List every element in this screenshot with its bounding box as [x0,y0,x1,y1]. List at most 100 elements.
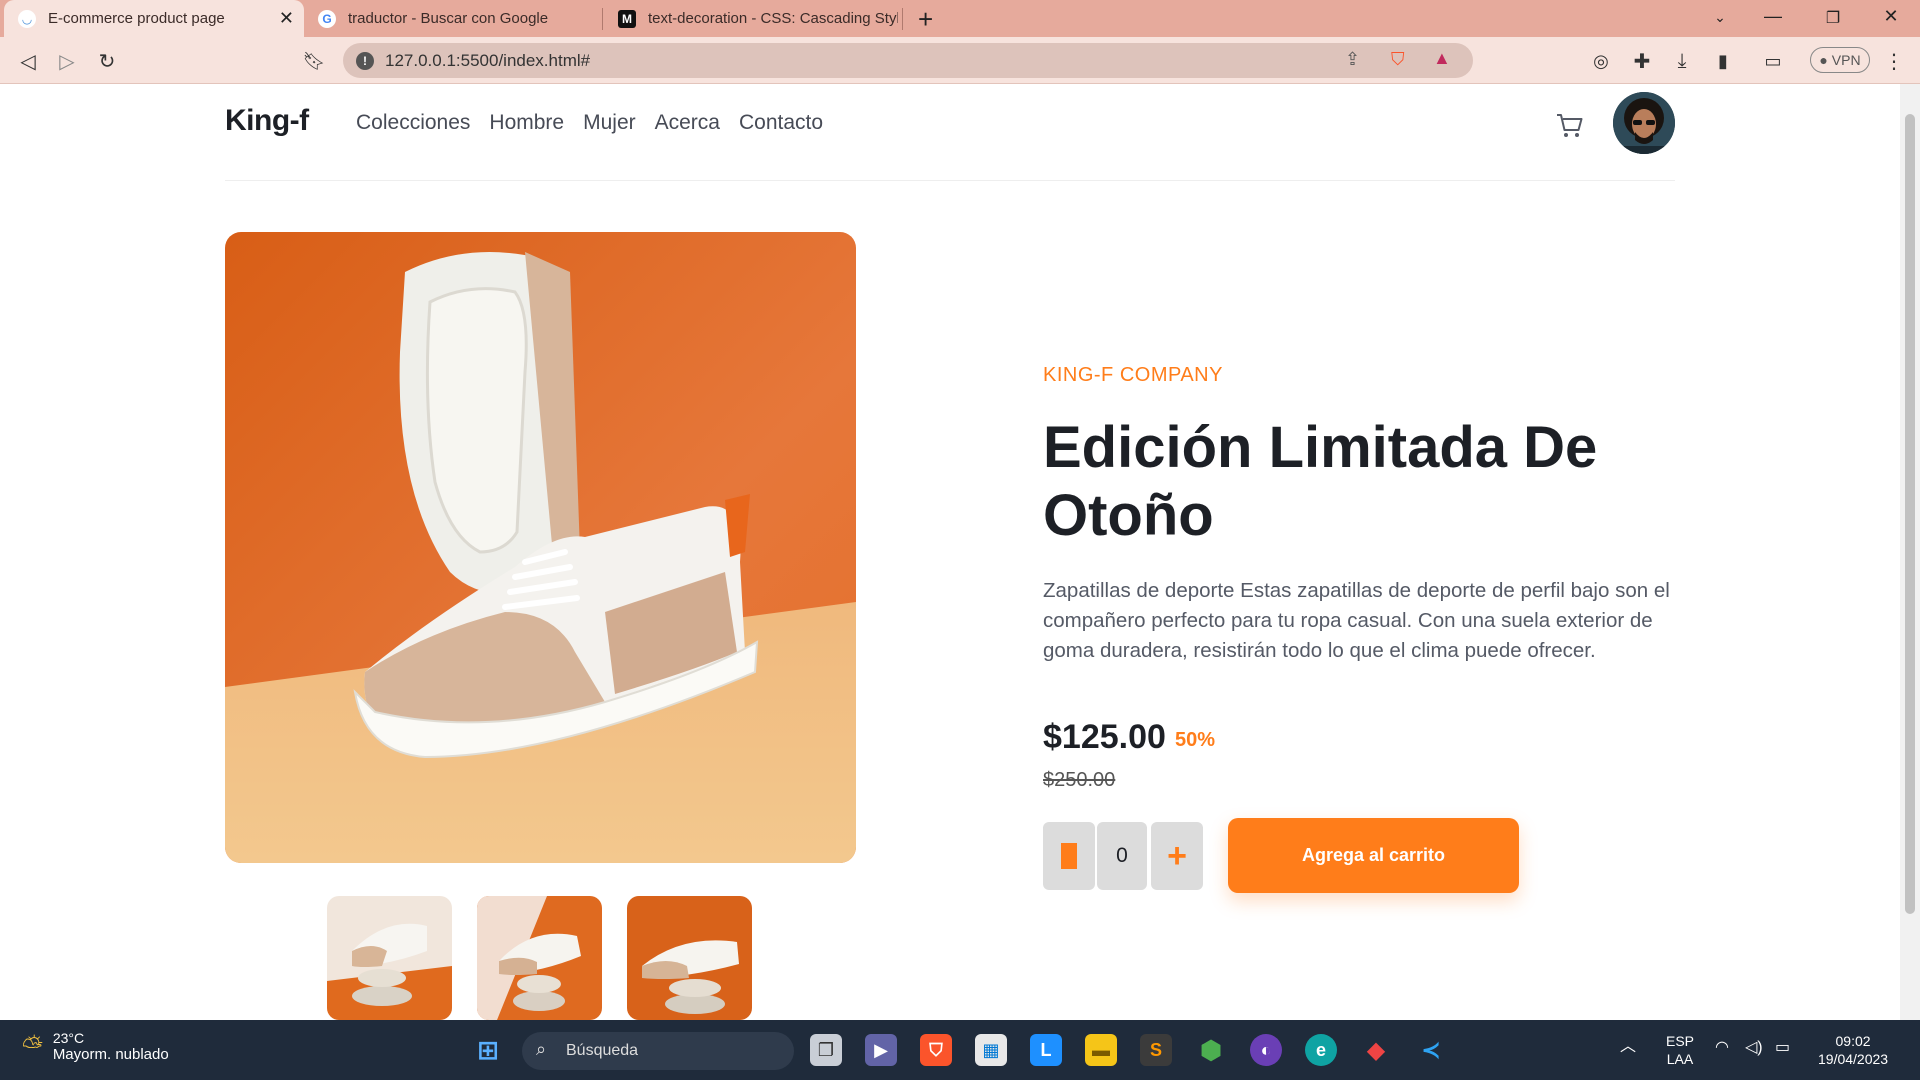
keyboard-layout: LAA [1666,1051,1694,1067]
tab-title: traductor - Buscar con Google [348,10,549,27]
wallet-icon[interactable]: ▭ [1759,47,1787,75]
tab-title: E-commerce product page [48,10,225,27]
file-explorer-icon[interactable]: ▬ [1085,1034,1117,1066]
app-l-icon[interactable]: L [1030,1034,1062,1066]
old-price: $250.00 [1043,769,1116,791]
site-logo[interactable]: King-f [225,104,309,138]
sublime-text-icon[interactable]: S [1140,1034,1172,1066]
weather-description: Mayorm. nublado [52,1046,169,1063]
tab-separator [902,8,903,30]
cloudy-weather-icon: ⛅︎ [22,1030,43,1061]
language-code: ESP [1666,1033,1695,1049]
app-moon-icon[interactable]: ◐ [1250,1034,1282,1066]
tab-search-chevron-icon[interactable]: ⌄ [1700,9,1740,26]
minimize-icon[interactable]: — [1753,6,1793,27]
clock-date: 19/04/2023 [1818,1051,1889,1067]
task-view-icon[interactable]: ❐ [810,1034,842,1066]
restore-icon[interactable]: ❐ [1813,8,1853,28]
close-tab-icon[interactable]: ✕ [279,9,294,27]
taskbar-search[interactable]: ⌕ Búsqueda [522,1032,794,1070]
windows-taskbar: ⛅︎ 23°C Mayorm. nublado ⊞ ⌕ Búsqueda ❐ ▶… [0,1020,1920,1080]
extensions-icon[interactable]: ✚ [1628,47,1656,75]
thumbnail-2-image [477,896,602,1020]
vpn-label: VPN [1831,52,1861,68]
scrollbar-thumb[interactable] [1905,114,1915,914]
tab-google[interactable]: G traductor - Buscar con Google [304,0,600,37]
site-favicon-icon: ◡ [18,9,36,28]
git-icon[interactable]: ◆ [1360,1034,1392,1066]
product-description: Zapatillas de deporte Estas zapatillas d… [1043,579,1670,662]
show-hidden-icons-chevron-icon[interactable]: ︿ [1620,1038,1636,1056]
nav-contacto[interactable]: Contacto [739,111,823,135]
avatar[interactable] [1613,92,1675,154]
product-main-image[interactable] [225,232,856,863]
avatar-image [1613,92,1675,154]
thumbnail-3-image [627,896,752,1020]
browser-tab-bar: ◡ E-commerce product page ✕ G traductor … [0,0,1920,37]
thumbnail-strip [327,896,752,1020]
menu-icon[interactable]: ⋮ [1880,47,1908,75]
battery-icon[interactable]: ▭ [1775,1039,1790,1057]
brave-browser-icon[interactable]: ⛉ [920,1034,952,1066]
increase-quantity-button[interactable]: + [1151,822,1203,890]
weather-widget[interactable]: ⛅︎ 23°C Mayorm. nublado [22,1030,169,1063]
brave-rewards-icon[interactable]: ▲ [1433,48,1451,69]
company-name: KING-F COMPANY [1043,364,1223,386]
share-icon[interactable]: ⇪ [1345,49,1360,70]
minus-icon [1061,843,1077,869]
search-icon: ⌕ [536,1039,547,1059]
nav-colecciones[interactable]: Colecciones [356,111,470,135]
forward-icon[interactable]: ▷ [53,47,81,75]
vscode-icon[interactable]: ≺ [1415,1034,1447,1066]
weather-temperature: 23°C [52,1030,85,1046]
page-scrollbar[interactable] [1900,84,1920,1020]
nav-mujer[interactable]: Mujer [583,111,636,135]
new-tab-icon[interactable]: + [918,4,933,35]
mdn-icon: M [618,9,636,28]
site-info-icon[interactable]: ! [356,52,374,70]
wallet-connect-icon[interactable]: ◎ [1587,47,1615,75]
browser-toolbar: ◁ ▷ ↻ 🔖︎ ! 127.0.0.1:5500/index.html# ⇪ … [0,37,1920,84]
decrease-quantity-button[interactable] [1043,822,1095,890]
quantity-value: 0 [1097,822,1147,890]
close-window-icon[interactable]: ✕ [1871,6,1911,27]
tab-ecommerce[interactable]: ◡ E-commerce product page ✕ [4,0,304,37]
brave-shields-icon[interactable]: ⛉ [1391,49,1405,70]
page-viewport: King-f Colecciones Hombre Mujer Acerca C… [0,84,1900,1020]
cart-icon[interactable] [1555,111,1585,141]
nodejs-icon[interactable]: ⬢ [1195,1034,1227,1066]
thumbnail-2[interactable] [477,896,602,1020]
downloads-icon[interactable]: ⤓ [1668,47,1696,75]
search-label: Búsqueda [566,1042,639,1059]
plus-icon: + [1167,836,1187,875]
thumbnail-3[interactable] [627,896,752,1020]
nav-hombre[interactable]: Hombre [489,111,564,135]
tab-mdn[interactable]: M text-decoration - CSS: Cascading Style [604,0,900,37]
tab-separator [602,8,603,30]
discount-badge: 50% [1175,729,1216,751]
reload-icon[interactable]: ↻ [93,47,121,75]
wifi-icon[interactable]: ◠ [1715,1039,1729,1057]
nav-acerca[interactable]: Acerca [655,111,720,135]
sidebar-icon[interactable]: ▮ [1709,47,1737,75]
address-bar[interactable]: ! 127.0.0.1:5500/index.html# ⇪ ⛉ ▲ [343,43,1473,78]
site-header: King-f Colecciones Hombre Mujer Acerca C… [225,84,1675,181]
teams-icon[interactable]: ▶ [865,1034,897,1066]
add-to-cart-button[interactable]: Agrega al carrito [1228,818,1519,893]
tab-title: text-decoration - CSS: Cascading Style [648,10,898,27]
volume-icon[interactable]: ◁) [1745,1039,1763,1057]
current-price: $125.00 [1043,718,1166,756]
product-title: Edición Limitada De Otoño [1043,415,1598,548]
vpn-button[interactable]: ● VPN [1810,47,1870,73]
microsoft-store-icon[interactable]: ▦ [975,1034,1007,1066]
windows-start-icon[interactable]: ⊞ [472,1034,504,1066]
google-icon: G [318,9,336,28]
language-indicator[interactable]: ESP LAA [1666,1032,1694,1068]
clock[interactable]: 09:02 19/04/2023 [1818,1032,1888,1068]
edge-icon[interactable]: e [1305,1034,1337,1066]
thumbnail-1-image [327,896,452,1020]
url-text: 127.0.0.1:5500/index.html# [385,51,591,70]
bookmark-icon[interactable]: 🔖︎ [300,47,328,75]
thumbnail-1[interactable] [327,896,452,1020]
back-icon[interactable]: ◁ [14,47,42,75]
